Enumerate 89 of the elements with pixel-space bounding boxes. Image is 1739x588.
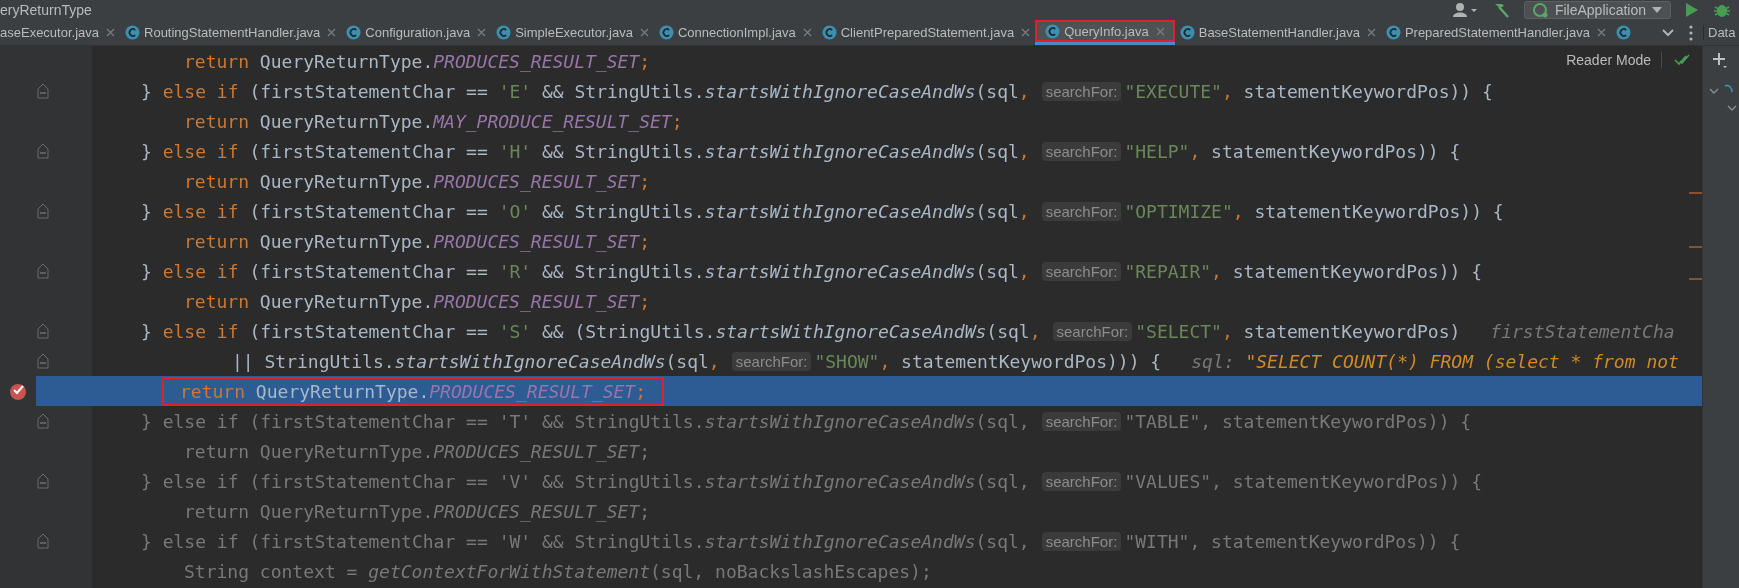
code-text: "TABLE", statementKeywordPos)) {	[1124, 410, 1472, 432]
fold-marker-icon[interactable]	[37, 323, 49, 339]
reader-mode-toggle[interactable]: Reader Mode	[1566, 52, 1662, 68]
close-icon[interactable]	[1596, 28, 1606, 37]
parameter-hint: searchFor:	[1052, 321, 1133, 341]
add-icon[interactable]	[1712, 52, 1728, 68]
run-configuration-dropdown[interactable]: FileApplication	[1523, 1, 1671, 19]
class-icon	[346, 25, 362, 40]
editor-tab[interactable]: Configuration.java	[341, 20, 492, 45]
inline-debug-value: sql: "SELECT COUNT(*) FROM (select * from not	[1191, 350, 1679, 372]
parameter-hint: searchFor:	[1041, 81, 1122, 101]
code-text: } else if (firstStatementChar == 'E' && StringUtils.startsWithIgnoreCaseAndWs(sql,	[141, 80, 1030, 102]
code-text: } else if (firstStatementChar == 'T' && StringUtils.startsWithIgnoreCaseAndWs(sql,	[141, 410, 1030, 432]
class-icon	[125, 25, 140, 40]
code-text: "EXECUTE", statementKeywordPos)) {	[1124, 80, 1493, 102]
code-text: } else if (firstStatementChar == 'O' && StringUtils.startsWithIgnoreCaseAndWs(sql,	[141, 200, 1030, 222]
panel-title[interactable]: Data	[1703, 25, 1739, 40]
caret-icon	[1652, 7, 1662, 13]
close-icon[interactable]	[802, 28, 812, 37]
class-icon	[1045, 23, 1061, 39]
code-text: } else if (firstStatementChar == 'S' && (StringUtils.startsWithIgnoreCaseAndWs(sql,	[141, 320, 1041, 342]
code-text: "SHOW", statementKeywordPos))) {	[814, 350, 1162, 372]
editor-tab[interactable]: QueryInfo.java	[1035, 20, 1175, 45]
scrollbar-marker	[1689, 246, 1702, 248]
code-text: return QueryReturnType.PRODUCES_RESULT_SET;	[184, 170, 650, 192]
code-text: return QueryReturnType.PRODUCES_RESULT_SET;	[184, 230, 650, 252]
editor-tab[interactable]: aseExecutor.java	[0, 20, 120, 45]
editor-tab[interactable]: ClientPreparedStatement.java	[816, 20, 1036, 45]
close-icon[interactable]	[639, 28, 649, 37]
window-title: eryReturnType	[0, 2, 92, 18]
editor-tab[interactable]: ConnectionImpl.java	[653, 20, 817, 45]
fold-marker-icon[interactable]	[37, 203, 49, 219]
code-text: return QueryReturnType.PRODUCES_RESULT_SET;	[184, 440, 650, 462]
code-text: "REPAIR", statementKeywordPos)) {	[1124, 260, 1483, 282]
class-icon	[1179, 25, 1195, 40]
parameter-hint: searchFor:	[1041, 141, 1122, 161]
more-options-icon[interactable]	[1689, 24, 1693, 41]
fold-marker-icon[interactable]	[37, 473, 49, 489]
editor-tab[interactable]: BaseStatementHandler.java	[1174, 20, 1381, 45]
parameter-hint: searchFor:	[1041, 411, 1122, 431]
code-text: "WITH", statementKeywordPos)) {	[1124, 530, 1461, 552]
parameter-hint: searchFor:	[731, 351, 812, 371]
class-icon	[496, 25, 512, 40]
code-text: } else if (firstStatementChar == 'R' && StringUtils.startsWithIgnoreCaseAndWs(sql,	[141, 260, 1030, 282]
close-icon[interactable]	[477, 28, 487, 37]
parameter-hint: searchFor:	[1041, 261, 1122, 281]
user-icon[interactable]	[1451, 2, 1478, 18]
application-icon	[1532, 2, 1549, 18]
code-text: } else if (firstStatementChar == 'W' && StringUtils.startsWithIgnoreCaseAndWs(sql,	[141, 530, 1030, 552]
code-text: String context = getContextForWithStatement(sql, noBackslashEscapes);	[184, 560, 932, 582]
close-icon[interactable]	[1155, 26, 1165, 36]
fold-marker-icon[interactable]	[37, 263, 49, 279]
code-text: "OPTIMIZE", statementKeywordPos)) {	[1124, 200, 1504, 222]
code-text: "VALUES", statementKeywordPos)) {	[1124, 470, 1483, 492]
editor-tab[interactable]: RoutingStatementHandler.java	[120, 20, 342, 45]
editor-tab[interactable]: PreparedStatementHandler.java	[1380, 20, 1611, 45]
close-icon[interactable]	[1021, 28, 1031, 37]
code-text: return QueryReturnType.PRODUCES_RESULT_SET;	[184, 500, 650, 522]
close-icon[interactable]	[327, 28, 337, 37]
code-text: return QueryReturnType.PRODUCES_RESULT_SET;	[180, 380, 646, 402]
class-icon	[1615, 25, 1631, 40]
close-icon[interactable]	[106, 28, 115, 37]
close-icon[interactable]	[1366, 28, 1376, 37]
code-text: "SELECT", statementKeywordPos)	[1135, 320, 1461, 342]
breakpoint-icon[interactable]	[9, 382, 27, 400]
class-icon	[658, 25, 674, 40]
code-text: || StringUtils.startsWithIgnoreCaseAndWs(sql,	[232, 350, 720, 372]
double-check-icon	[1674, 54, 1690, 66]
parameter-hint: searchFor:	[1041, 201, 1122, 221]
fold-marker-icon[interactable]	[37, 533, 49, 549]
code-text: "HELP", statementKeywordPos)) {	[1124, 140, 1461, 162]
code-text: } else if (firstStatementChar == 'H' && StringUtils.startsWithIgnoreCaseAndWs(sql,	[141, 140, 1030, 162]
parameter-hint: searchFor:	[1041, 471, 1122, 491]
class-icon	[821, 25, 837, 40]
run-icon[interactable]	[1685, 2, 1699, 18]
fold-marker-icon[interactable]	[37, 143, 49, 159]
class-icon	[1385, 25, 1401, 40]
scrollbar-marker	[1689, 192, 1702, 194]
scrollbar-marker	[1689, 278, 1702, 280]
code-text: return QueryReturnType.PRODUCES_RESULT_SET;	[184, 290, 650, 312]
editor-tab[interactable]: SimpleExecutor.java	[491, 20, 654, 45]
code-text: } else if (firstStatementChar == 'V' && StringUtils.startsWithIgnoreCaseAndWs(sql,	[141, 470, 1030, 492]
inline-debug-value: firstStatementCha	[1490, 320, 1675, 342]
fold-marker-icon[interactable]	[37, 353, 49, 369]
code-text: return QueryReturnType.PRODUCES_RESULT_SET;	[184, 50, 650, 72]
code-text: return QueryReturnType.MAY_PRODUCE_RESULT_SET;	[184, 110, 683, 132]
fold-marker-icon[interactable]	[37, 413, 49, 429]
parameter-hint: searchFor:	[1041, 531, 1122, 551]
fold-marker-icon[interactable]	[37, 83, 49, 99]
